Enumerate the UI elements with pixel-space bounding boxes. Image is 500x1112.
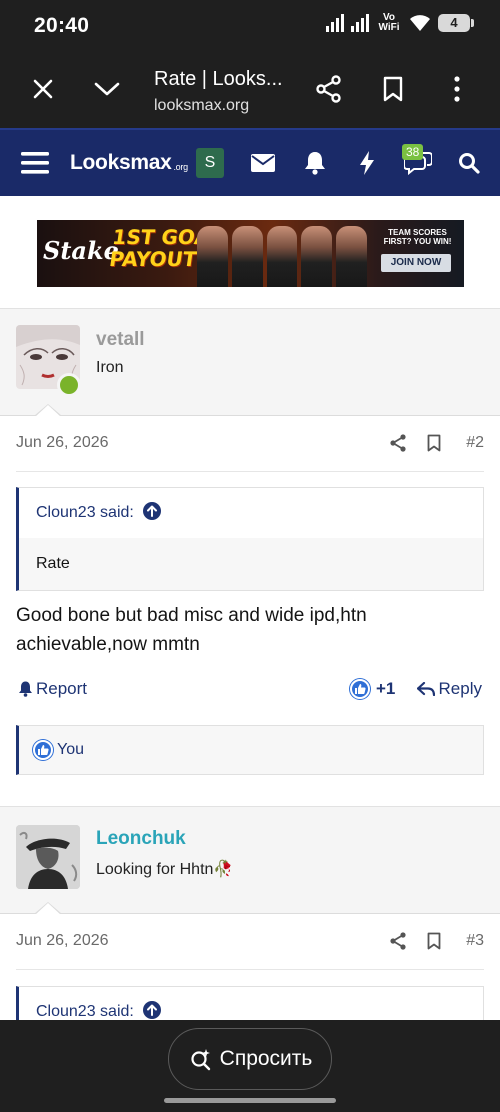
ad-cta-button[interactable]: JOIN NOW: [381, 254, 451, 272]
username[interactable]: Leonchuk: [96, 828, 186, 850]
post-date[interactable]: Jun 26, 2026: [16, 434, 109, 452]
page-title: Rate | Looks...: [154, 68, 283, 90]
close-icon[interactable]: [28, 74, 58, 104]
user-avatar[interactable]: S: [196, 148, 224, 178]
site-logo[interactable]: Looksmax .org: [70, 148, 188, 178]
report-label: Report: [36, 679, 88, 698]
quote-block: Cloun23 said: Rate: [16, 487, 484, 591]
post-meta: Jun 26, 2026 #3: [16, 914, 484, 970]
post-user-block: Leonchuk Looking for Hhtn🥀: [0, 806, 500, 914]
like-icon: [33, 740, 53, 760]
search-icon[interactable]: [456, 148, 482, 178]
browser-toolbar: Rate | Looks... looksmax.org: [0, 52, 500, 128]
ad-tagline-line2: FIRST? YOU WIN!: [383, 237, 452, 246]
avatar[interactable]: [16, 825, 80, 889]
ad-brand: Stake: [43, 236, 119, 265]
status-bar: 20:40 Vo WiFi 4: [0, 0, 500, 52]
signal-icon-2: [351, 14, 369, 32]
user-title: Looking for Hhtn🥀: [96, 859, 233, 879]
ask-button[interactable]: Спросить: [168, 1028, 332, 1090]
ad-tagline-line1: TEAM SCORES: [388, 228, 447, 237]
more-vert-icon[interactable]: [442, 74, 472, 104]
logo-suffix: .org: [173, 162, 188, 172]
bookmark-icon[interactable]: [424, 931, 444, 951]
ad-container: Stake 1ST GOAL PAYOUT TEAM SCORES FIRST?…: [0, 196, 500, 308]
ad-tagline: TEAM SCORES FIRST? YOU WIN!: [375, 228, 460, 246]
share-icon[interactable]: [388, 931, 408, 951]
reaction-count-value: +1: [376, 679, 396, 698]
bell-icon: [19, 681, 32, 697]
reaction-count[interactable]: +1: [350, 679, 395, 699]
reactions-by: You: [57, 741, 84, 758]
reply-arrow-icon: [416, 682, 435, 696]
rose-emoji: 🥀: [213, 861, 234, 878]
signal-icon: [326, 14, 344, 32]
vowifi-label: Vo WiFi: [378, 12, 400, 33]
quote-author: Cloun23 said:: [36, 1003, 134, 1020]
status-time: 20:40: [34, 14, 90, 37]
status-icons: Vo WiFi 4: [326, 12, 474, 33]
like-icon: [350, 679, 370, 699]
chat-count-badge: 38: [402, 144, 424, 160]
ad-players-image: [197, 226, 367, 287]
sparkle-search-icon: [191, 1049, 210, 1071]
user-title: Iron: [96, 359, 124, 376]
user-title-text: Looking for Hhtn: [96, 861, 214, 878]
reply-button[interactable]: Reply: [416, 679, 482, 699]
report-button[interactable]: Report: [18, 679, 87, 699]
post-date[interactable]: Jun 26, 2026: [16, 932, 109, 950]
quote-header[interactable]: Cloun23 said:: [19, 488, 483, 538]
bottom-bar: Спросить: [0, 1020, 500, 1112]
post-user-block: vetall Iron: [0, 308, 500, 416]
bell-icon[interactable]: [302, 148, 328, 178]
envelope-icon[interactable]: [250, 148, 276, 178]
site-header: Looksmax .org S: [0, 128, 500, 196]
bookmark-icon[interactable]: [378, 74, 408, 104]
reactions-bar[interactable]: You: [16, 725, 484, 775]
username[interactable]: vetall: [96, 329, 145, 351]
quote-author: Cloun23 said:: [36, 504, 134, 521]
post-number[interactable]: #2: [466, 434, 484, 452]
quote-body: Rate: [19, 538, 483, 590]
online-indicator: [57, 373, 81, 397]
ask-label: Спросить: [219, 1047, 313, 1070]
post-notch: [34, 404, 62, 417]
ad-banner[interactable]: Stake 1ST GOAL PAYOUT TEAM SCORES FIRST?…: [37, 220, 464, 287]
chevron-down-icon[interactable]: [92, 74, 122, 104]
logo-text: Looksmax: [70, 151, 172, 174]
arrow-up-circle-icon[interactable]: [142, 501, 162, 526]
post-actions: Report +1 Reply: [16, 675, 484, 705]
reply-label: Reply: [438, 679, 482, 698]
wifi-icon: [410, 15, 430, 31]
battery-icon: 4: [438, 14, 474, 32]
post-notch: [34, 902, 62, 915]
post-message: Good bone but bad misc and wide ipd,htn …: [16, 605, 367, 655]
page-url: looksmax.org: [154, 97, 250, 114]
bookmark-icon[interactable]: [424, 433, 444, 453]
post-meta: Jun 26, 2026 #2: [16, 416, 484, 472]
share-icon[interactable]: [388, 433, 408, 453]
post-number[interactable]: #3: [466, 932, 484, 950]
home-indicator[interactable]: [164, 1098, 336, 1103]
menu-icon[interactable]: [20, 148, 50, 178]
lightning-icon[interactable]: [356, 148, 378, 178]
share-icon[interactable]: [314, 74, 344, 104]
